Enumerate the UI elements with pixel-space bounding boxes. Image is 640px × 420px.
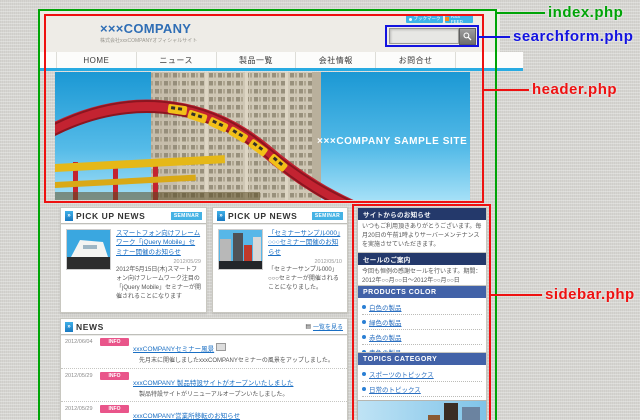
sidebar-notice-title: サイトからのお知らせ [358, 208, 486, 220]
view-all-link[interactable]: 一覧を見る [313, 322, 343, 331]
main-nav: HOME ニュース 製品一覧 会社情報 お問合せ [56, 52, 456, 68]
site-tagline: 株式会社xxxCOMPANYオフィシャルサイト [100, 37, 197, 44]
annotation-line-sidebar [491, 294, 542, 296]
photo-icon [216, 343, 226, 351]
hero-image: ×××COMPANY SAMPLE SITE [55, 72, 470, 200]
nav-item-home[interactable]: HOME [56, 52, 136, 68]
annotation-line-index [497, 12, 545, 14]
site-logo[interactable]: ×××COMPANY [100, 21, 191, 36]
pickup-excerpt: 2012年5月15日(木)スマートフォン向けフレームワーク注目の「jQuery … [116, 266, 201, 302]
topic-link-daily[interactable]: 日常のトピックス [362, 382, 482, 397]
annotation-line-header [484, 89, 529, 91]
annotation-label-sidebar: sidebar.php [545, 286, 635, 303]
bullet-icon [362, 372, 366, 376]
template-tutorial-screenshot: ×××COMPANY 株式会社xxxCOMPANYオフィシャルサイト ブックマー… [0, 0, 640, 420]
annotation-label-index: index.php [548, 4, 623, 21]
bullet-icon [362, 335, 366, 339]
news-link[interactable]: xxxCOMPANY 製品特設サイトがオープンいたしました [133, 380, 293, 387]
nav-item-company[interactable]: 会社情報 [295, 52, 375, 68]
sidebar-notice-box: サイトからのお知らせ いつもご利用頂きありがとうございます。毎月20日の午前1時… [357, 207, 487, 254]
pickup-news-box-1: » PICK UP NEWS SEMINAR スマートフォン向けフレームワーク「… [60, 207, 207, 313]
product-link-white[interactable]: 白色の製品 [362, 300, 482, 315]
annotation-label-header: header.php [532, 81, 617, 98]
sidebar-notice-body: いつもご利用頂きありがとうございます。毎月20日の午前1時よりサーバーメンテナン… [358, 220, 486, 253]
nav-item-contact[interactable]: お問合せ [375, 52, 456, 68]
news-box: » NEWS ▤ 一覧を見る 2012/06/04INFOxxxCOMPANYセ… [60, 318, 348, 420]
rss-icon [445, 17, 449, 21]
nav-underline [38, 68, 523, 71]
pickup-news-box-2: » PICK UP NEWS SEMINAR 「セミナーサンプル000」○○○セ… [212, 207, 348, 313]
pickup-title: PICK UP NEWS [76, 211, 145, 221]
sidebar-sale-title: セールのご案内 [358, 253, 486, 265]
nav-item-news[interactable]: ニュース [136, 52, 216, 68]
pickup-thumbnail[interactable] [66, 229, 111, 270]
news-link[interactable]: xxxCOMPANY営業所移転のお知らせ [133, 413, 240, 420]
product-link-red[interactable]: 赤色の製品 [362, 330, 482, 345]
products-color-title: PRODUCTS COLOR [358, 286, 486, 298]
news-row: 2012/05/29INFOxxxCOMPANY営業所移転のお知らせ xxxCO… [61, 402, 347, 420]
bullet-icon [362, 320, 366, 324]
topic-link-sports[interactable]: スポーツのトピックス [362, 367, 482, 382]
pickup-excerpt: 「セミナーサンプル000」○○○セミナーが開催されることになりました。 [268, 266, 342, 293]
annotation-line-searchform [479, 36, 510, 38]
info-badge: INFO [100, 338, 129, 346]
nav-item-products[interactable]: 製品一覧 [216, 52, 296, 68]
rss-button[interactable]: RSS FEED [445, 15, 473, 23]
news-link[interactable]: xxxCOMPANYセミナー風景 [133, 346, 214, 353]
search-input[interactable] [389, 28, 459, 44]
chevrons-icon: » [65, 322, 73, 332]
seminar-badge: SEMINAR [312, 212, 343, 220]
news-row: 2012/05/29INFOxxxCOMPANY 製品特設サイトがオープンいたし… [61, 369, 347, 403]
chevrons-icon: » [65, 211, 73, 221]
sidebar-banner[interactable]: Bunner 001 [357, 400, 487, 420]
hero-caption: ×××COMPANY SAMPLE SITE [317, 136, 467, 147]
pickup-link[interactable]: 「セミナーサンプル000」○○○セミナー開催のお知らせ [268, 229, 342, 257]
pickup-date: 2012/05/29 [116, 259, 201, 265]
bullet-icon [362, 305, 366, 309]
search-icon [463, 32, 472, 41]
search-button[interactable] [459, 28, 476, 45]
news-row: 2012/06/04INFOxxxCOMPANYセミナー風景 先月末に開催しまし… [61, 335, 347, 369]
pickup-title: PICK UP NEWS [228, 211, 297, 221]
news-title: NEWS [76, 322, 104, 332]
topics-category-title: TOPICS CATEGORY [358, 353, 486, 365]
pickup-link[interactable]: スマートフォン向けフレームワーク「jQuery Mobile」セミナー開催のお知… [116, 229, 201, 257]
info-badge: INFO [100, 372, 129, 380]
bullet-icon [362, 387, 366, 391]
annotation-label-searchform: searchform.php [513, 28, 633, 45]
list-icon: ▤ [305, 323, 311, 330]
info-badge: INFO [100, 405, 129, 413]
rollercoaster-photo: ×××COMPANY SAMPLE SITE [55, 72, 470, 200]
seminar-badge: SEMINAR [171, 212, 202, 220]
chevrons-icon: » [217, 211, 225, 221]
pickup-date: 2012/05/10 [268, 259, 342, 265]
pickup-thumbnail[interactable] [218, 229, 263, 270]
bookmark-button[interactable]: ブックマーク [406, 15, 443, 23]
product-link-green[interactable]: 緑色の製品 [362, 315, 482, 330]
bookmark-icon [409, 18, 412, 21]
